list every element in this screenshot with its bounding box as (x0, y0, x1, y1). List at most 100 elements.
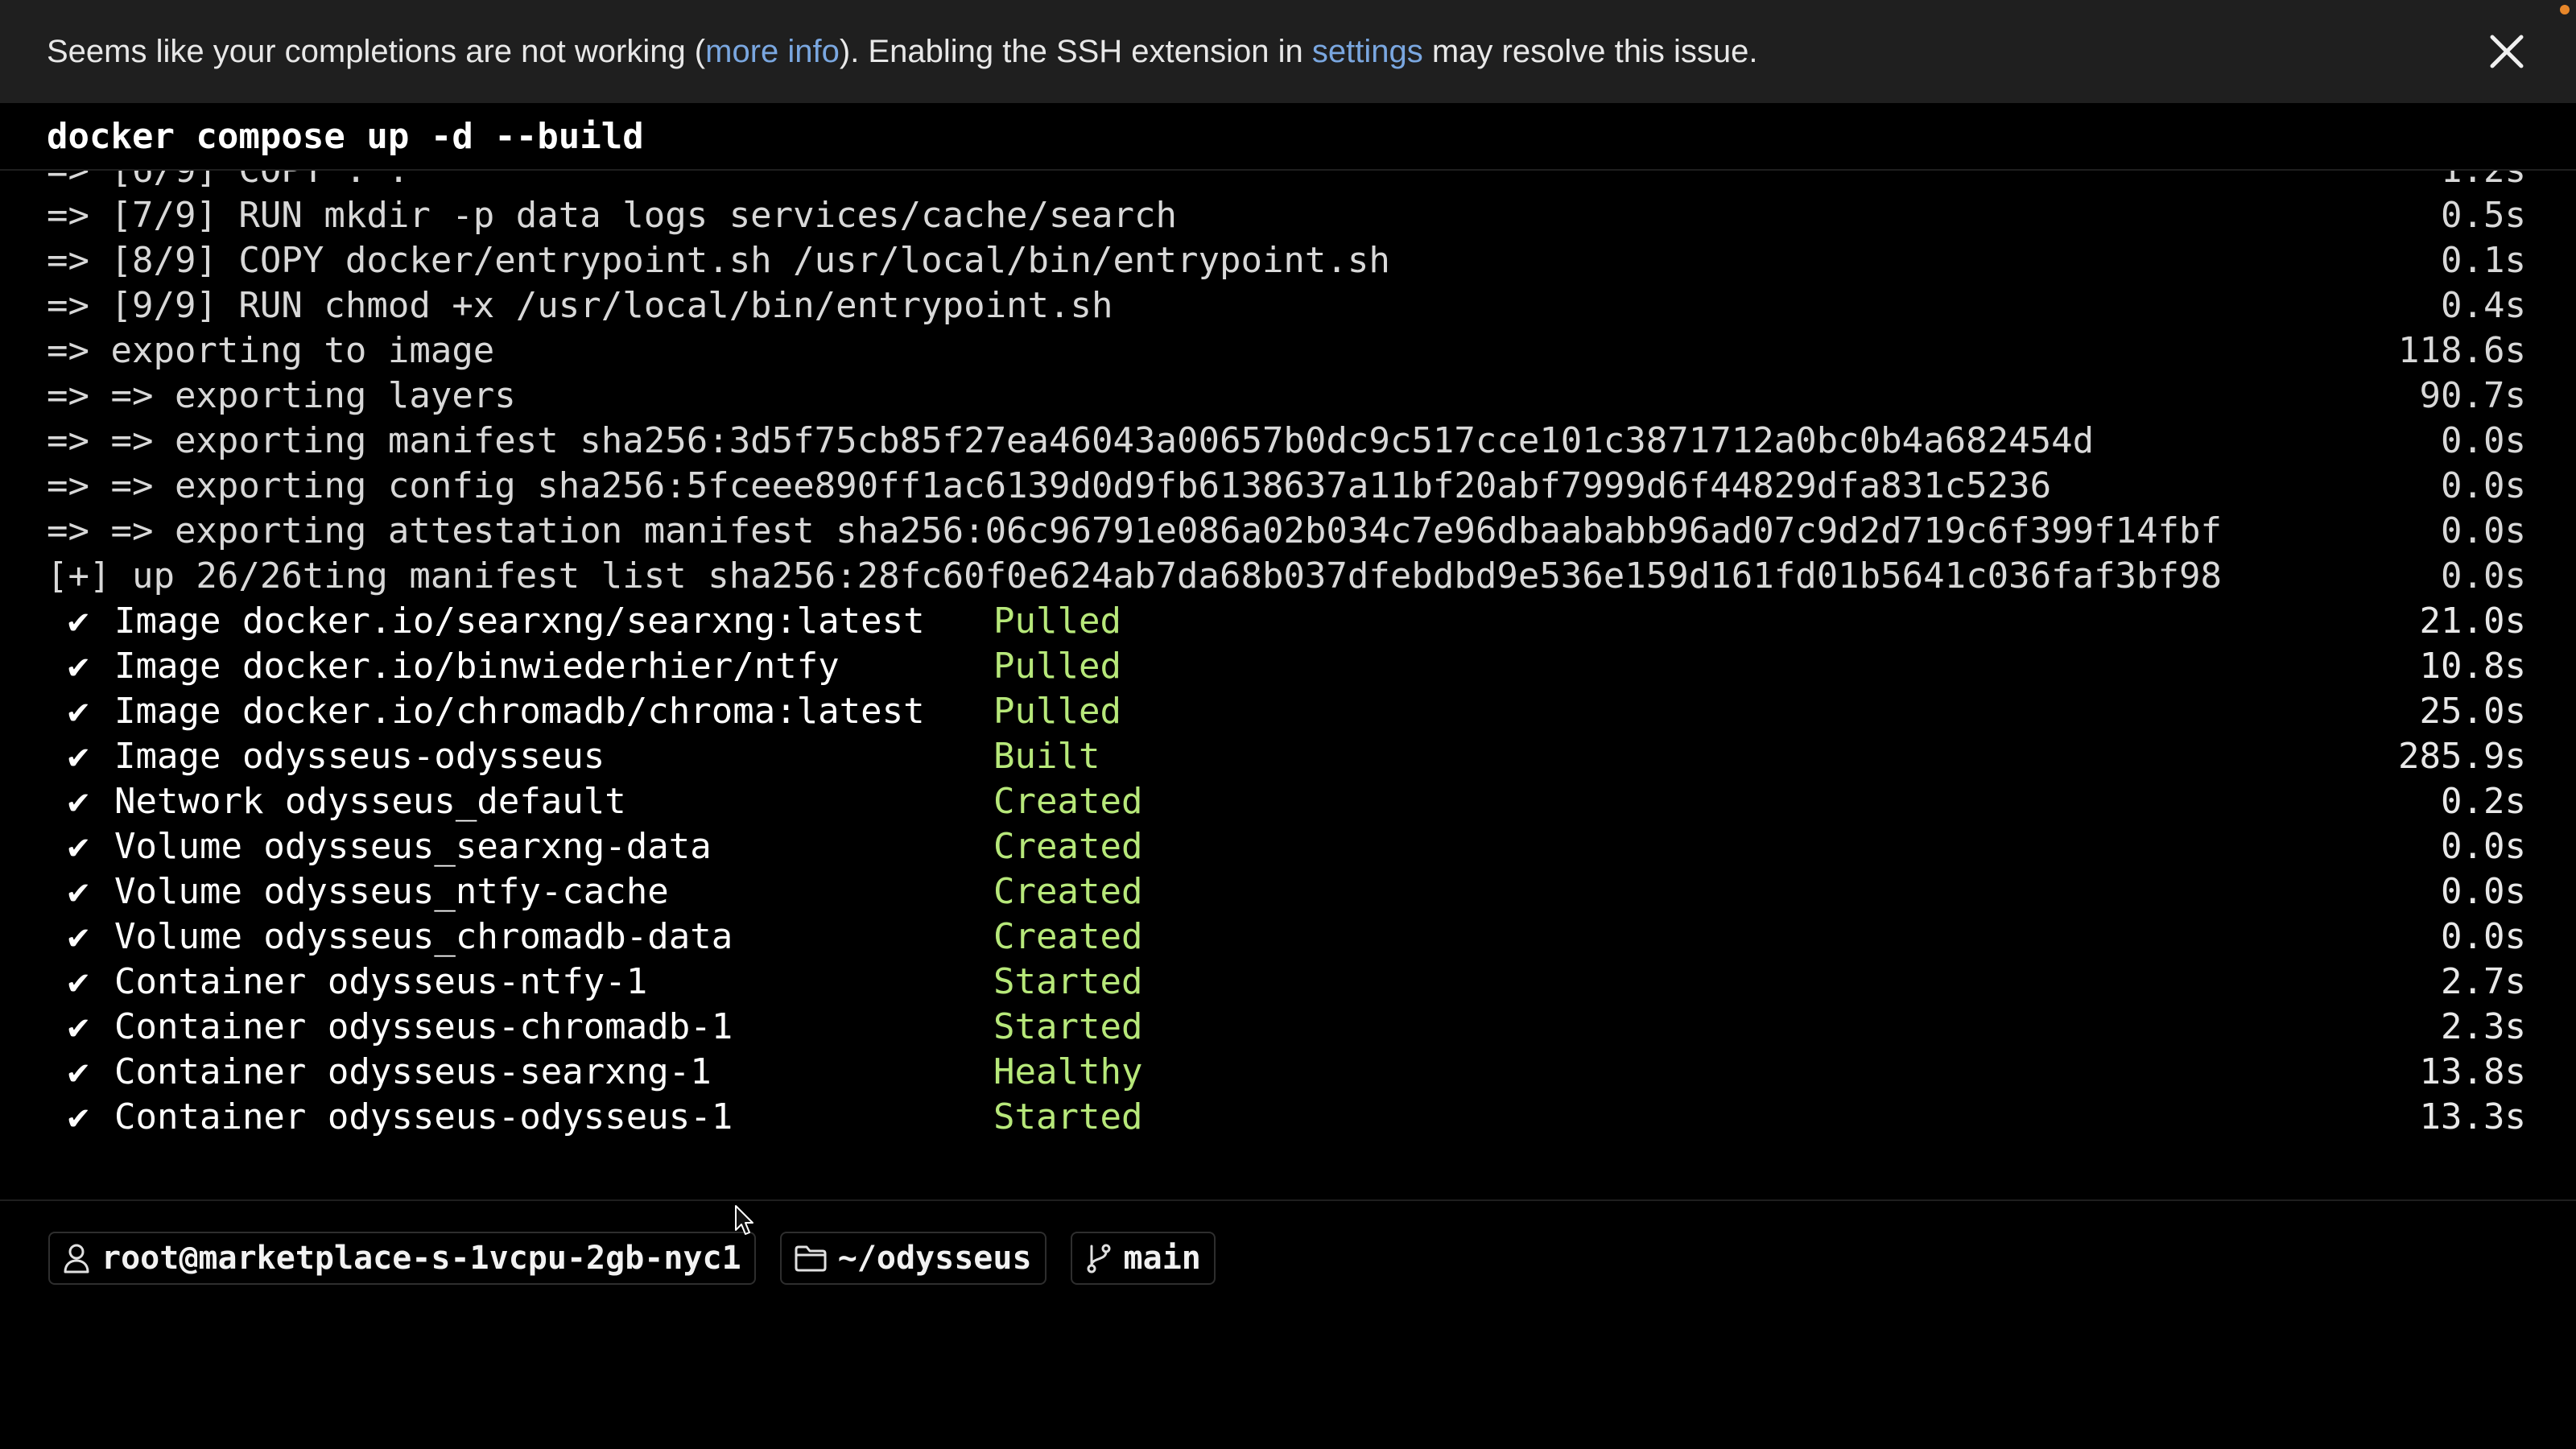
build-line-time: 0.0s (2441, 510, 2526, 551)
service-status: Started (993, 961, 1143, 1002)
service-row: ✔ Container odysseus-searxng-1 Healthy 13.8… (47, 1050, 2526, 1095)
service-row: ✔ Network odysseus_default Created 0.2s (47, 779, 2526, 824)
build-line: => exporting to image 118.6s (47, 328, 2526, 374)
check-icon: ✔ (68, 826, 89, 867)
service-time: 2.3s (2441, 1006, 2526, 1047)
service-time: 0.0s (2441, 916, 2526, 957)
check-icon: ✔ (68, 646, 89, 687)
service-row: ✔ Image docker.io/chromadb/chroma:latest P… (47, 689, 2526, 734)
build-line: [+] up 26/26ting manifest list sha256:28… (47, 554, 2526, 599)
build-line-time: 90.7s (2419, 375, 2526, 416)
service-time: 2.7s (2441, 961, 2526, 1002)
check-icon: ✔ (68, 1051, 89, 1092)
output-divider (0, 1199, 2576, 1201)
service-time: 25.0s (2419, 691, 2526, 732)
service-status: Pulled (993, 646, 1121, 687)
check-icon: ✔ (68, 871, 89, 912)
check-icon: ✔ (68, 736, 89, 777)
banner-message: Seems like your completions are not work… (47, 34, 1757, 70)
directory-chip[interactable]: ~/odysseus (779, 1232, 1046, 1285)
service-name: Image odysseus-odysseus (114, 736, 605, 777)
service-status: Created (993, 871, 1143, 912)
service-row: ✔ Container odysseus-ntfy-1 Started 2.7s (47, 960, 2526, 1005)
build-line-text: => => exporting attestation manifest sha… (47, 510, 2223, 551)
service-status: Pulled (993, 601, 1121, 642)
prompt-bar: root@marketplace-s-1vcpu-2gb-nyc1 ~/odys… (48, 1232, 1216, 1288)
service-name: Network odysseus_default (114, 781, 626, 822)
build-line-text: => => exporting layers (47, 375, 516, 416)
service-status: Started (993, 1006, 1143, 1047)
build-line-text: => [9/9] RUN chmod +x /usr/local/bin/ent… (47, 285, 1113, 326)
build-line-time: 0.4s (2441, 285, 2526, 326)
service-time: 0.2s (2441, 781, 2526, 822)
service-status: Built (993, 736, 1100, 777)
service-row: ✔ Image docker.io/searxng/searxng:latest P… (47, 599, 2526, 644)
directory-label: ~/odysseus (837, 1240, 1032, 1277)
service-name: Image docker.io/chromadb/chroma:latest (114, 691, 925, 732)
service-status: Created (993, 916, 1143, 957)
service-row: ✔ Volume odysseus_searxng-data Created 0.0s (47, 824, 2526, 869)
build-line-time: 1.2s (2441, 171, 2526, 193)
branch-label: main (1123, 1240, 1201, 1277)
build-line: => => exporting attestation manifest sha… (47, 509, 2526, 554)
service-status: Created (993, 781, 1143, 822)
mouse-cursor-icon (735, 1205, 753, 1235)
build-line-time: 118.6s (2398, 330, 2526, 371)
service-row: ✔ Volume odysseus_chromadb-data Created 0.0… (47, 914, 2526, 960)
service-time: 13.8s (2419, 1051, 2526, 1092)
service-row: ✔ Container odysseus-chromadb-1 Started 2.3… (47, 1005, 2526, 1050)
service-name: Volume odysseus_chromadb-data (114, 916, 733, 957)
build-line-time: 0.0s (2441, 420, 2526, 461)
check-icon: ✔ (68, 601, 89, 642)
user-icon (64, 1244, 89, 1274)
service-name: Volume odysseus_ntfy-cache (114, 871, 669, 912)
service-status: Healthy (993, 1051, 1143, 1092)
service-time: 0.0s (2441, 826, 2526, 867)
user-host-chip[interactable]: root@marketplace-s-1vcpu-2gb-nyc1 (48, 1232, 756, 1285)
check-icon: ✔ (68, 1006, 89, 1047)
service-name: Container odysseus-odysseus-1 (114, 1096, 733, 1137)
service-status: Pulled (993, 691, 1121, 732)
check-icon: ✔ (68, 961, 89, 1002)
service-row: ✔ Volume odysseus_ntfy-cache Created 0.0s (47, 869, 2526, 914)
service-time: 285.9s (2398, 736, 2526, 777)
check-icon: ✔ (68, 1096, 89, 1137)
service-row: ✔ Container odysseus-odysseus-1 Started 13.… (47, 1095, 2526, 1140)
user-host-label: root@marketplace-s-1vcpu-2gb-nyc1 (101, 1240, 741, 1277)
more-info-link[interactable]: more info (705, 34, 840, 69)
build-line-text: => [6/9] COPY . . (47, 171, 409, 191)
service-name: Image docker.io/binwiederhier/ntfy (114, 646, 840, 687)
folder-icon (795, 1245, 827, 1272)
build-line: => => exporting config sha256:5fceee890f… (47, 464, 2526, 509)
check-icon: ✔ (68, 916, 89, 957)
banner-text-before: Seems like your completions are not work… (47, 33, 706, 69)
close-icon (2490, 35, 2524, 68)
build-line-text: => [7/9] RUN mkdir -p data logs services… (47, 195, 1177, 236)
terminal-output: => [6/9] COPY . . 1.2s => [7/9] RUN mkdir… (0, 171, 2576, 1193)
banner-close-button[interactable] (2484, 29, 2529, 74)
build-line: => => exporting layers 90.7s (47, 374, 2526, 419)
banner-text-after: may resolve this issue. (1422, 33, 1758, 69)
service-name: Image docker.io/searxng/searxng:latest (114, 601, 925, 642)
build-line-text: [+] up 26/26ting manifest list sha256:28… (47, 555, 2223, 597)
alert-dot (2560, 5, 2570, 14)
service-name: Container odysseus-ntfy-1 (114, 961, 648, 1002)
service-time: 0.0s (2441, 871, 2526, 912)
build-line: => [7/9] RUN mkdir -p data logs services… (47, 193, 2526, 238)
banner-text-middle: ). Enabling the SSH extension in (839, 33, 1312, 69)
service-time: 10.8s (2419, 646, 2526, 687)
settings-link[interactable]: settings (1312, 34, 1423, 69)
git-branch-icon (1087, 1244, 1111, 1274)
build-line-text: => [8/9] COPY docker/entrypoint.sh /usr/… (47, 240, 1390, 281)
service-name: Volume odysseus_searxng-data (114, 826, 712, 867)
command-header: docker compose up -d --build (0, 103, 2576, 171)
service-status: Started (993, 1096, 1143, 1137)
branch-chip[interactable]: main (1070, 1232, 1216, 1285)
build-line-time: 0.5s (2441, 195, 2526, 236)
service-row: ✔ Image odysseus-odysseus Built 285.9s (47, 734, 2526, 779)
build-line-text: => exporting to image (47, 330, 495, 371)
build-line-time: 0.0s (2441, 555, 2526, 597)
check-icon: ✔ (68, 691, 89, 732)
build-line-time: 0.0s (2441, 465, 2526, 506)
build-line-text: => => exporting manifest sha256:3d5f75cb… (47, 420, 2095, 461)
